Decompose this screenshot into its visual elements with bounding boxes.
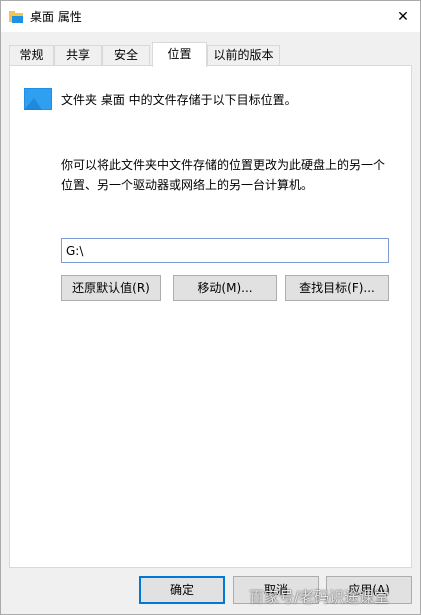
move-button[interactable]: 移动(M)... bbox=[173, 275, 277, 301]
location-panel: 文件夹 桌面 中的文件存储于以下目标位置。 你可以将此文件夹中文件存储的位置更改… bbox=[9, 65, 412, 568]
close-button[interactable]: ✕ bbox=[386, 1, 420, 32]
target-path-input[interactable] bbox=[61, 238, 389, 263]
tab-general[interactable]: 常规 bbox=[9, 45, 54, 65]
location-description: 你可以将此文件夹中文件存储的位置更改为此硬盘上的另一个 位置、另一个驱动器或网络… bbox=[61, 155, 385, 195]
description-line-1: 你可以将此文件夹中文件存储的位置更改为此硬盘上的另一个 bbox=[61, 158, 386, 172]
tab-previous-versions[interactable]: 以前的版本 bbox=[207, 45, 280, 65]
properties-dialog: 桌面 属性 ✕ 常规 共享 安全 位置 以前的版本 文件夹 桌面 中的文件存储于… bbox=[0, 0, 421, 615]
tab-security[interactable]: 安全 bbox=[102, 45, 150, 65]
title-bar: 桌面 属性 ✕ bbox=[1, 1, 420, 32]
description-line-2: 位置、另一个驱动器或网络上的另一台计算机。 bbox=[61, 178, 314, 192]
cancel-button[interactable]: 取消 bbox=[233, 576, 319, 604]
apply-button[interactable]: 应用(A) bbox=[326, 576, 412, 604]
folder-icon bbox=[9, 9, 23, 23]
tab-sharing[interactable]: 共享 bbox=[54, 45, 102, 65]
close-icon: ✕ bbox=[397, 8, 409, 25]
window-title: 桌面 属性 bbox=[30, 10, 82, 24]
tab-location[interactable]: 位置 bbox=[152, 42, 207, 67]
ok-button[interactable]: 确定 bbox=[139, 576, 225, 604]
location-info-text: 文件夹 桌面 中的文件存储于以下目标位置。 bbox=[61, 93, 297, 107]
find-target-button[interactable]: 查找目标(F)... bbox=[285, 275, 389, 301]
restore-default-button[interactable]: 还原默认值(R) bbox=[61, 275, 161, 301]
desktop-folder-icon bbox=[24, 88, 52, 110]
